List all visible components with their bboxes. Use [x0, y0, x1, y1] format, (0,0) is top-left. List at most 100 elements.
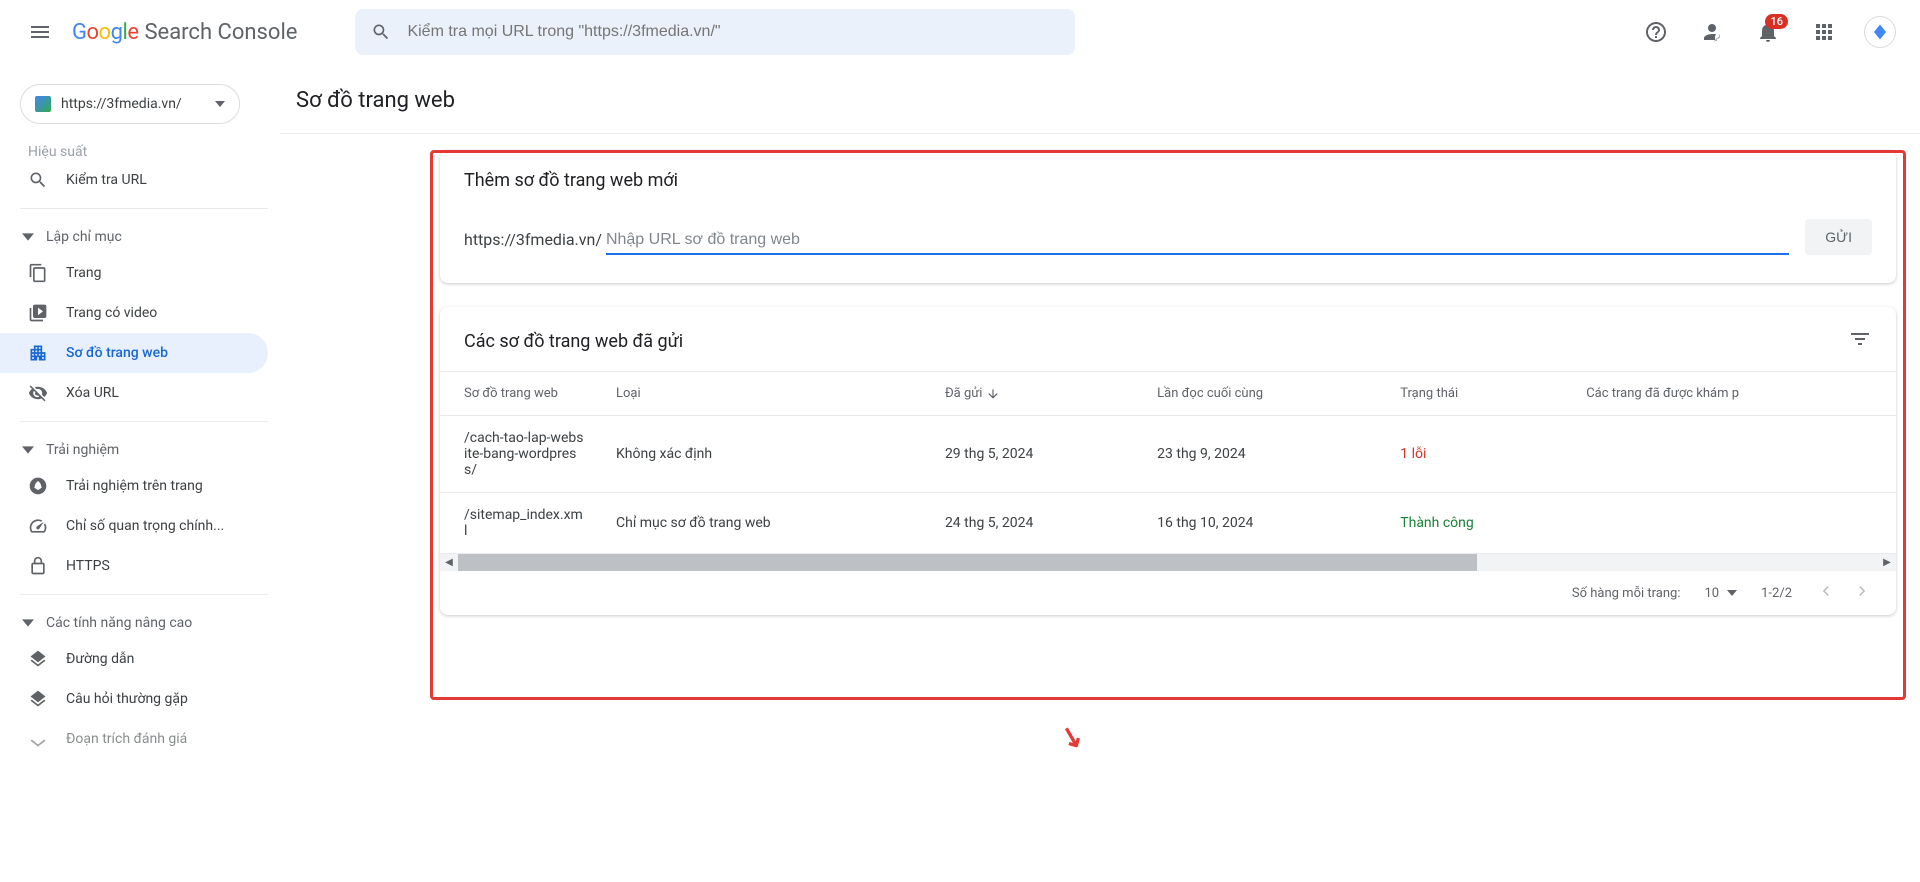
help-button[interactable]: [1632, 8, 1680, 56]
chevron-right-icon: [1852, 581, 1872, 601]
nav-item-sitemaps[interactable]: Sơ đồ trang web: [0, 333, 268, 373]
cell-discovered: [1570, 493, 1896, 554]
horizontal-scrollbar[interactable]: ◀ ▶: [440, 553, 1896, 571]
property-url: https://3fmedia.vn/: [61, 96, 205, 112]
nav-section-enhancements[interactable]: Các tính năng nâng cao: [0, 603, 268, 639]
product-name: Search Console: [144, 20, 297, 45]
layers-icon: [28, 689, 48, 709]
section-label: Trải nghiệm: [46, 442, 119, 458]
sitemap-url-prefix: https://3fmedia.vn/: [464, 230, 602, 255]
google-logo: Google: [72, 20, 138, 45]
table-row[interactable]: /cach-tao-lap-website-bang-wordpress/Khô…: [440, 416, 1896, 493]
property-favicon: [35, 96, 51, 112]
app-header: Google Search Console 16: [0, 0, 1920, 64]
chevron-down-icon: [1727, 590, 1737, 596]
col-submitted[interactable]: Đã gửi: [929, 372, 1141, 416]
table-row[interactable]: /sitemap_index.xmlChỉ mục sơ đồ trang we…: [440, 493, 1896, 554]
cell-url: /cach-tao-lap-website-bang-wordpress/: [440, 416, 600, 493]
nav-item-core-web-vitals[interactable]: Chỉ số quan trọng chính...: [0, 506, 268, 546]
cell-type: Chỉ mục sơ đồ trang web: [600, 493, 929, 554]
nav-item-removals[interactable]: Xóa URL: [0, 373, 268, 413]
hamburger-menu-button[interactable]: [16, 8, 64, 56]
account-button[interactable]: [1856, 8, 1904, 56]
sitemap-icon: [28, 343, 48, 363]
nav-label: Câu hỏi thường gặp: [66, 691, 188, 707]
sidebar-nav: https://3fmedia.vn/ Hiệu suất Kiểm tra U…: [0, 64, 280, 882]
prev-page-button[interactable]: [1816, 581, 1836, 605]
scroll-right-arrow[interactable]: ▶: [1878, 554, 1896, 571]
rows-per-page-select[interactable]: 10: [1705, 586, 1738, 601]
nav-label: Trang có video: [66, 305, 157, 321]
nav-label: Trang: [66, 265, 102, 281]
submitted-sitemaps-card: Các sơ đồ trang web đã gửi Sơ đồ trang w…: [440, 307, 1896, 615]
page-title: Sơ đồ trang web: [288, 64, 1920, 133]
url-inspection-search[interactable]: [355, 9, 1075, 55]
notifications-button[interactable]: 16: [1744, 8, 1792, 56]
chevron-down-icon: [215, 99, 225, 109]
nav-label: Xóa URL: [66, 385, 119, 401]
section-label: Các tính năng nâng cao: [46, 615, 192, 631]
apps-button[interactable]: [1800, 8, 1848, 56]
manage-users-icon: [1700, 20, 1724, 44]
chevron-down-icon: [22, 617, 34, 629]
search-input[interactable]: [407, 23, 1059, 41]
add-sitemap-title: Thêm sơ đồ trang web mới: [464, 170, 1872, 191]
cell-url: /sitemap_index.xml: [440, 493, 600, 554]
submit-sitemap-button[interactable]: GỬI: [1805, 219, 1872, 255]
col-sitemap[interactable]: Sơ đồ trang web: [440, 372, 600, 416]
cell-submitted: 29 thg 5, 2024: [929, 416, 1141, 493]
notification-badge: 16: [1765, 14, 1788, 29]
nav-item-review-snippet-cut[interactable]: Đoạn trích đánh giá: [0, 719, 268, 759]
nav-item-performance-cut[interactable]: Hiệu suất: [0, 136, 268, 160]
section-label: Lập chỉ mục: [46, 229, 122, 245]
help-icon: [1644, 20, 1668, 44]
submitted-sitemaps-title: Các sơ đồ trang web đã gửi: [464, 331, 683, 352]
cell-discovered: [1570, 416, 1896, 493]
nav-item-url-inspection[interactable]: Kiểm tra URL: [0, 160, 268, 200]
next-page-button[interactable]: [1852, 581, 1872, 605]
nav-item-faq[interactable]: Câu hỏi thường gặp: [0, 679, 268, 719]
scroll-thumb[interactable]: [458, 554, 1477, 571]
cell-status: 1 lỗi: [1384, 416, 1570, 493]
filter-button[interactable]: [1848, 327, 1872, 355]
property-selector[interactable]: https://3fmedia.vn/: [20, 84, 240, 124]
cell-status: Thành công: [1384, 493, 1570, 554]
nav-item-breadcrumbs[interactable]: Đường dẫn: [0, 639, 268, 679]
page-range: 1-2/2: [1761, 586, 1792, 601]
nav-label: Chỉ số quan trọng chính...: [66, 518, 224, 534]
speed-icon: [28, 516, 48, 536]
layers-icon: [28, 729, 48, 749]
nav-item-https[interactable]: HTTPS: [0, 546, 268, 586]
nav-item-pages[interactable]: Trang: [0, 253, 268, 293]
col-status[interactable]: Trạng thái: [1384, 372, 1570, 416]
nav-item-video-pages[interactable]: Trang có video: [0, 293, 268, 333]
main-content: Sơ đồ trang web Thêm sơ đồ trang web mới…: [280, 64, 1920, 882]
arrow-down-icon: [986, 387, 1000, 401]
nav-label: Sơ đồ trang web: [66, 345, 168, 361]
page-icon: [28, 263, 48, 283]
nav-label: Đoạn trích đánh giá: [66, 731, 187, 747]
header-actions: 16: [1632, 8, 1904, 56]
nav-section-indexing[interactable]: Lập chỉ mục: [0, 217, 268, 253]
chevron-down-icon: [22, 231, 34, 243]
product-logo[interactable]: Google Search Console: [72, 20, 297, 45]
users-button[interactable]: [1688, 8, 1736, 56]
annotation-arrow: ↘: [1056, 718, 1087, 756]
col-discovered[interactable]: Các trang đã được khám p: [1570, 372, 1896, 416]
nav-label: Kiểm tra URL: [66, 172, 147, 188]
search-icon: [371, 22, 391, 42]
user-avatar: [1864, 16, 1896, 48]
col-type[interactable]: Loại: [600, 372, 929, 416]
col-last-read[interactable]: Lần đọc cuối cùng: [1141, 372, 1384, 416]
nav-label: Trải nghiệm trên trang: [66, 478, 203, 494]
video-page-icon: [28, 303, 48, 323]
scroll-left-arrow[interactable]: ◀: [440, 554, 458, 571]
sitemap-url-input[interactable]: [606, 231, 1789, 249]
chevron-left-icon: [1816, 581, 1836, 601]
nav-section-experience[interactable]: Trải nghiệm: [0, 430, 268, 466]
cell-last-read: 16 thg 10, 2024: [1141, 493, 1384, 554]
cell-type: Không xác định: [600, 416, 929, 493]
search-icon: [28, 170, 48, 190]
add-sitemap-card: Thêm sơ đồ trang web mới https://3fmedia…: [440, 150, 1896, 283]
nav-item-page-experience[interactable]: Trải nghiệm trên trang: [0, 466, 268, 506]
